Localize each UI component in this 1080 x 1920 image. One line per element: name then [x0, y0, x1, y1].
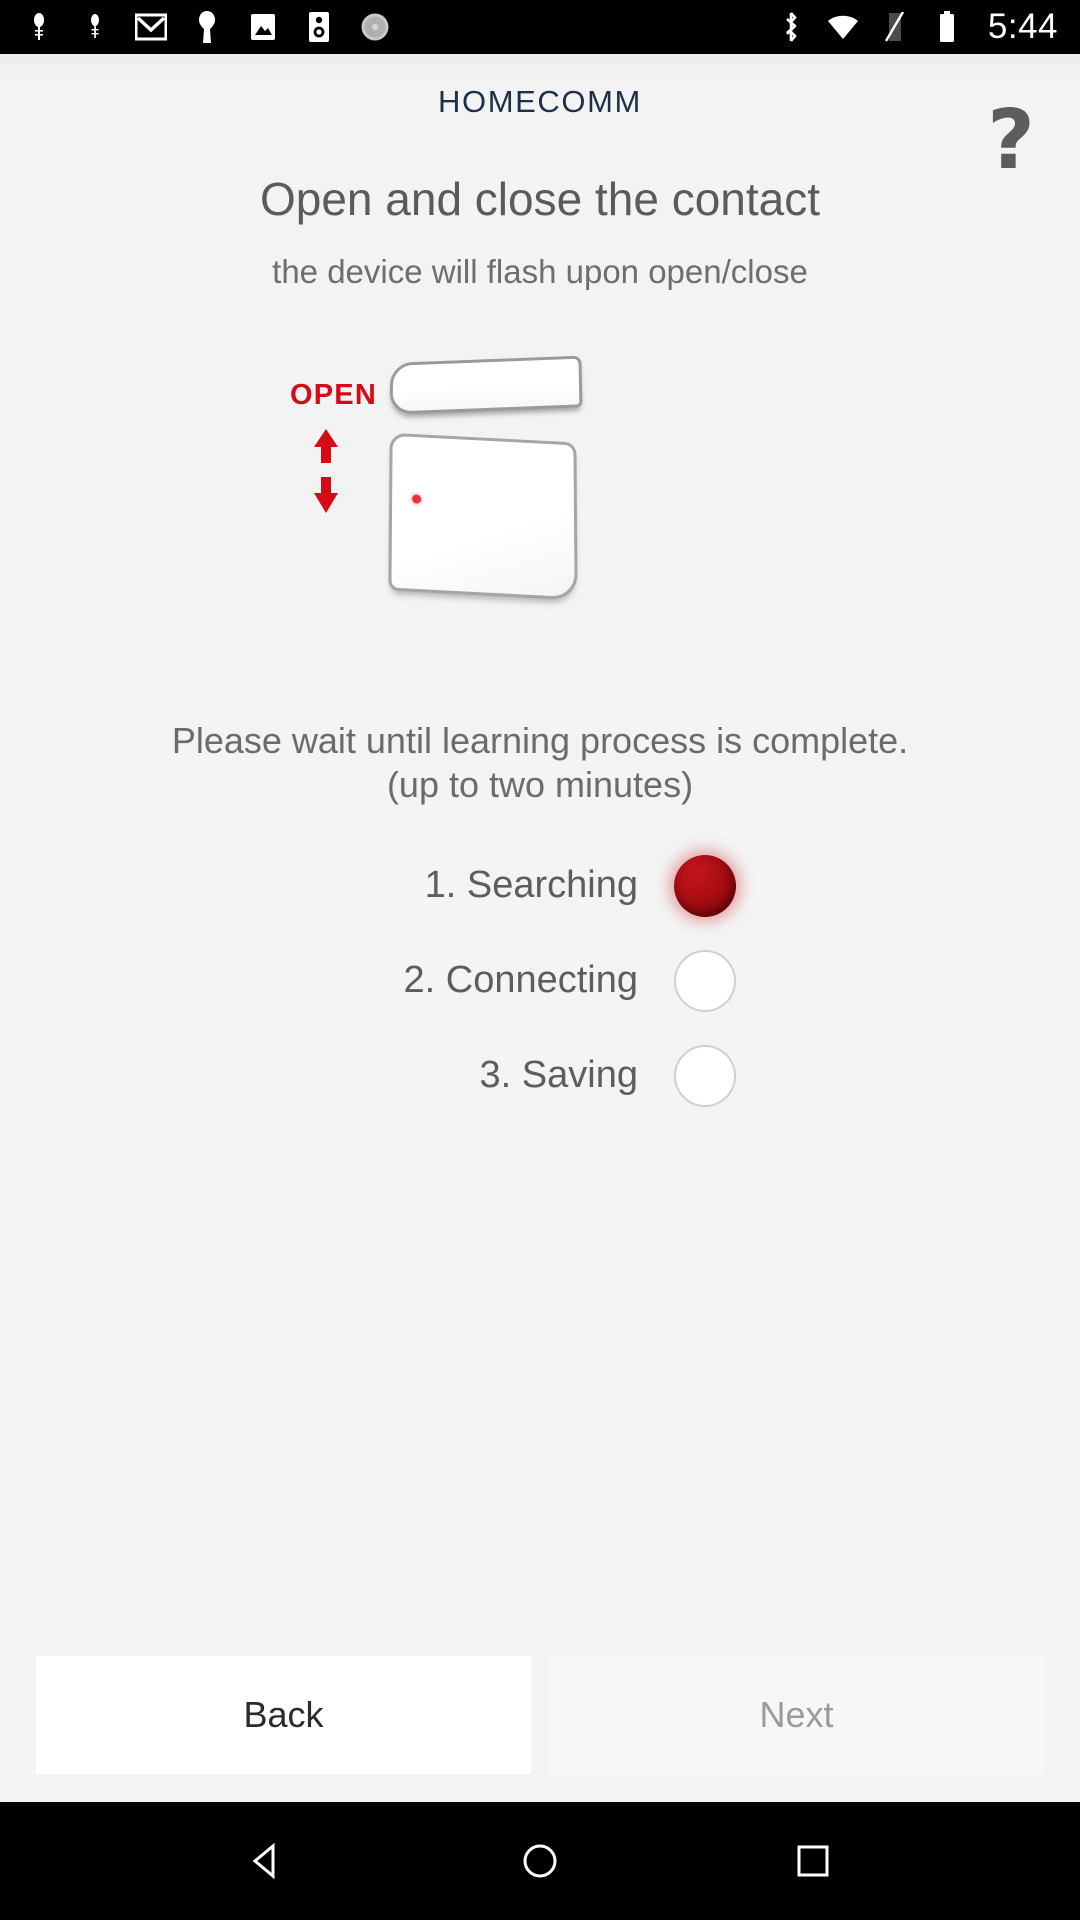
app-header: HOMECOMM ?	[0, 54, 1080, 182]
sensor-led-icon	[412, 494, 422, 504]
step-row-saving: 3. Saving	[0, 1044, 1080, 1107]
photos-icon	[246, 10, 280, 44]
wait-instruction-line-1: Please wait until learning process is co…	[171, 720, 909, 761]
step-label-connecting: 2. Connecting	[403, 959, 639, 1002]
step-indicator-saving	[674, 1044, 736, 1107]
page-title: Open and close the contact	[259, 173, 821, 225]
device-illustration: OPEN	[0, 351, 1080, 651]
step-label-saving: 3. Saving	[479, 1054, 638, 1097]
gmail-icon	[134, 10, 168, 44]
no-sim-icon	[878, 10, 912, 44]
android-status-bar: 5:44	[0, 0, 1080, 54]
back-button[interactable]: Back	[36, 1656, 531, 1774]
nav-recents-icon[interactable]	[778, 1826, 848, 1896]
wait-instruction-line-2: (up to two minutes)	[386, 763, 694, 805]
nav-home-icon[interactable]	[505, 1826, 575, 1896]
sensor-magnet-piece	[389, 355, 583, 415]
step-row-connecting: 2. Connecting	[0, 949, 1080, 1012]
next-button[interactable]: Next	[549, 1656, 1044, 1774]
location-pin-icon	[78, 10, 112, 44]
battery-icon	[930, 10, 964, 44]
status-bar-right-icons: 5:44	[774, 7, 1058, 47]
sensor-body-piece	[388, 432, 578, 601]
page-subtitle: the device will flash upon open/close	[272, 253, 808, 290]
android-nav-bar	[0, 1802, 1080, 1920]
speaker-icon	[302, 10, 336, 44]
wait-instruction: Please wait until learning process is co…	[0, 719, 1080, 807]
status-bar-left-icons	[22, 10, 392, 44]
contact-sensor-graphic	[385, 351, 585, 601]
step-row-searching: 1. Searching	[0, 854, 1080, 917]
footer-buttons: Back Next	[0, 1656, 1080, 1802]
step-indicator-connecting	[674, 949, 736, 1012]
bluetooth-icon	[774, 10, 808, 44]
up-down-arrows-icon	[308, 427, 344, 515]
app-root: 5:44 HOMECOMM ? Open and close the conta…	[0, 0, 1080, 1920]
location-pin-icon	[22, 10, 56, 44]
open-label: OPEN	[290, 379, 377, 411]
step-indicator-searching	[674, 854, 736, 917]
app-content: HOMECOMM ? Open and close the contact th…	[0, 54, 1080, 1802]
step-label-searching: 1. Searching	[424, 864, 638, 907]
app-brand-title: HOMECOMM	[438, 84, 642, 119]
status-bar-clock: 5:44	[987, 7, 1058, 46]
help-icon[interactable]: ?	[968, 98, 1054, 184]
nav-back-icon[interactable]	[232, 1826, 302, 1896]
wifi-icon	[826, 10, 860, 44]
key-icon	[190, 10, 224, 44]
progress-steps: 1. Searching 2. Connecting 3. Saving	[0, 854, 1080, 1107]
disc-icon	[358, 10, 392, 44]
